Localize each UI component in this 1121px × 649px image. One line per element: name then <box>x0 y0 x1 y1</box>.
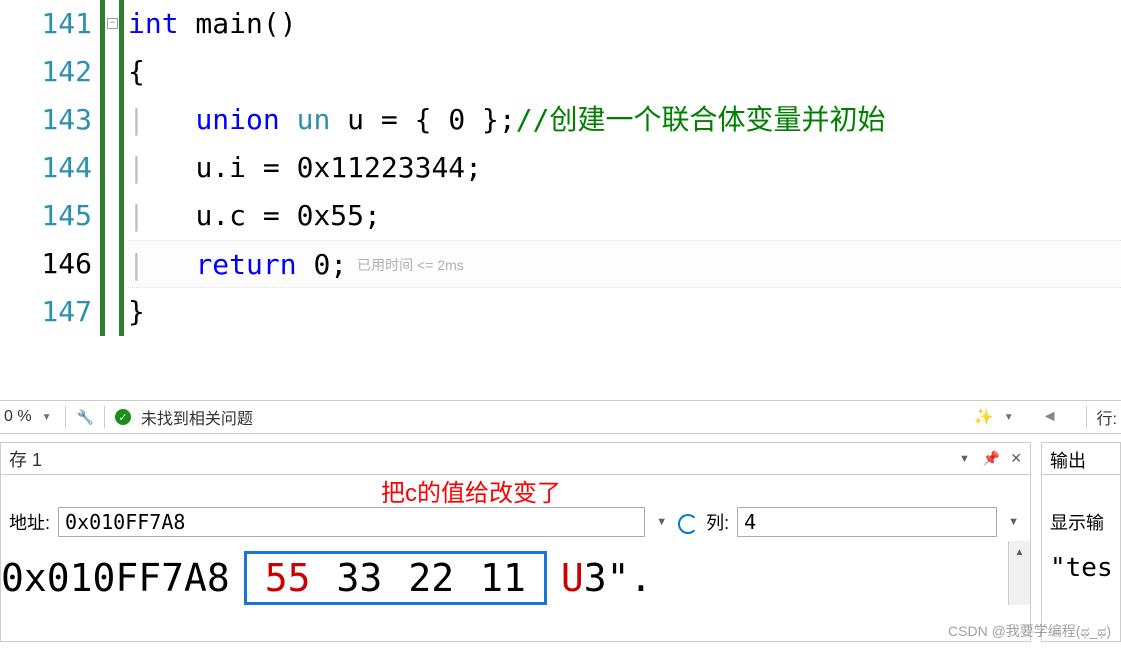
chevron-down-icon[interactable]: ▼ <box>653 516 670 528</box>
address-label: 地址: <box>9 509 50 535</box>
line-number: 141 <box>0 0 92 48</box>
code-text: u.c = 0x55; <box>195 199 380 232</box>
line-number: 147 <box>0 288 92 336</box>
scroll-up-icon[interactable]: ▲ <box>1009 541 1030 563</box>
scrollbar[interactable]: ▲ <box>1008 541 1030 605</box>
output-content: "tes <box>1042 541 1120 595</box>
brace: } <box>128 295 145 328</box>
status-toolbar: 0 % ▼ 🔧 ✓ 未找到相关问题 ✨ ▼ ◄ 行: <box>0 400 1121 434</box>
key-icon[interactable]: 🔧 <box>76 409 93 426</box>
brace: { <box>128 55 145 88</box>
output-show-label: 显示输 <box>1042 503 1120 541</box>
memory-ascii: U3". <box>561 556 653 600</box>
zoom-level[interactable]: 0 % <box>4 408 32 426</box>
code-text: 0; <box>297 248 348 281</box>
keyword: union <box>195 103 279 136</box>
code-text: u.i = 0x11223344; <box>195 151 482 184</box>
memory-panel: 存 1 ▼ 📌 ✕ 把c的值给改变了 地址: ▼ 列: ▼ 0x010FF7A8… <box>0 442 1031 642</box>
line-number: 145 <box>0 192 92 240</box>
memory-byte: 55 <box>265 556 311 600</box>
code-editor[interactable]: 141 142 143 144 145 146 147 − int main()… <box>0 0 1121 340</box>
memory-byte: 33 <box>337 556 383 600</box>
highlighted-bytes: 55 33 22 11 <box>244 551 547 605</box>
memory-address-display: 0x010FF7A8 <box>1 556 230 600</box>
keyword: int <box>128 7 179 40</box>
output-panel: 输出 显示输 "tes <box>1041 442 1121 642</box>
chevron-down-icon[interactable]: ▼ <box>38 412 56 423</box>
codelens-timing: 已用时间 <= 2ms <box>357 257 464 273</box>
check-circle-icon: ✓ <box>115 409 131 425</box>
separator <box>1086 406 1087 428</box>
line-number: 142 <box>0 48 92 96</box>
output-title: 输出 <box>1042 443 1120 475</box>
line-number: 144 <box>0 144 92 192</box>
pin-icon[interactable]: 📌 <box>983 450 1000 467</box>
sparkle-icon[interactable]: ✨ <box>974 407 994 427</box>
chevron-down-icon[interactable]: ▼ <box>1000 412 1018 423</box>
code-content[interactable]: int main() { | union un u = { 0 };//创建一个… <box>124 0 1121 340</box>
line-number-current: 146 <box>0 240 92 288</box>
chevron-down-icon[interactable]: ▼ <box>1005 516 1022 528</box>
issues-status[interactable]: 未找到相关问题 <box>141 405 253 429</box>
watermark: CSDN @我要学编程(ಥ_ಥ) <box>948 621 1111 641</box>
panel-title: 存 1 <box>9 446 42 472</box>
code-text: main() <box>179 7 297 40</box>
refresh-icon[interactable] <box>678 514 698 534</box>
fold-collapse-icon[interactable]: − <box>107 18 118 29</box>
close-icon[interactable]: ✕ <box>1010 450 1022 467</box>
annotation-text: 把c的值给改变了 <box>381 473 561 508</box>
dropdown-icon[interactable]: ▼ <box>956 453 973 465</box>
line-label: 行: <box>1097 405 1117 429</box>
memory-byte: 11 <box>480 556 526 600</box>
line-number: 143 <box>0 96 92 144</box>
type-name: un <box>280 103 331 136</box>
keyword: return <box>195 248 296 281</box>
scroll-left-icon[interactable]: ◄ <box>1042 408 1058 426</box>
columns-input[interactable] <box>737 507 997 537</box>
line-number-gutter: 141 142 143 144 145 146 147 <box>0 0 100 340</box>
comment: //创建一个联合体变量并初始 <box>516 103 886 136</box>
memory-byte: 22 <box>408 556 454 600</box>
code-text: u = { 0 }; <box>330 103 515 136</box>
editor-margin: − <box>100 0 124 340</box>
address-input[interactable] <box>58 507 645 537</box>
separator <box>104 406 105 428</box>
separator <box>65 406 66 428</box>
columns-label: 列: <box>706 509 729 535</box>
